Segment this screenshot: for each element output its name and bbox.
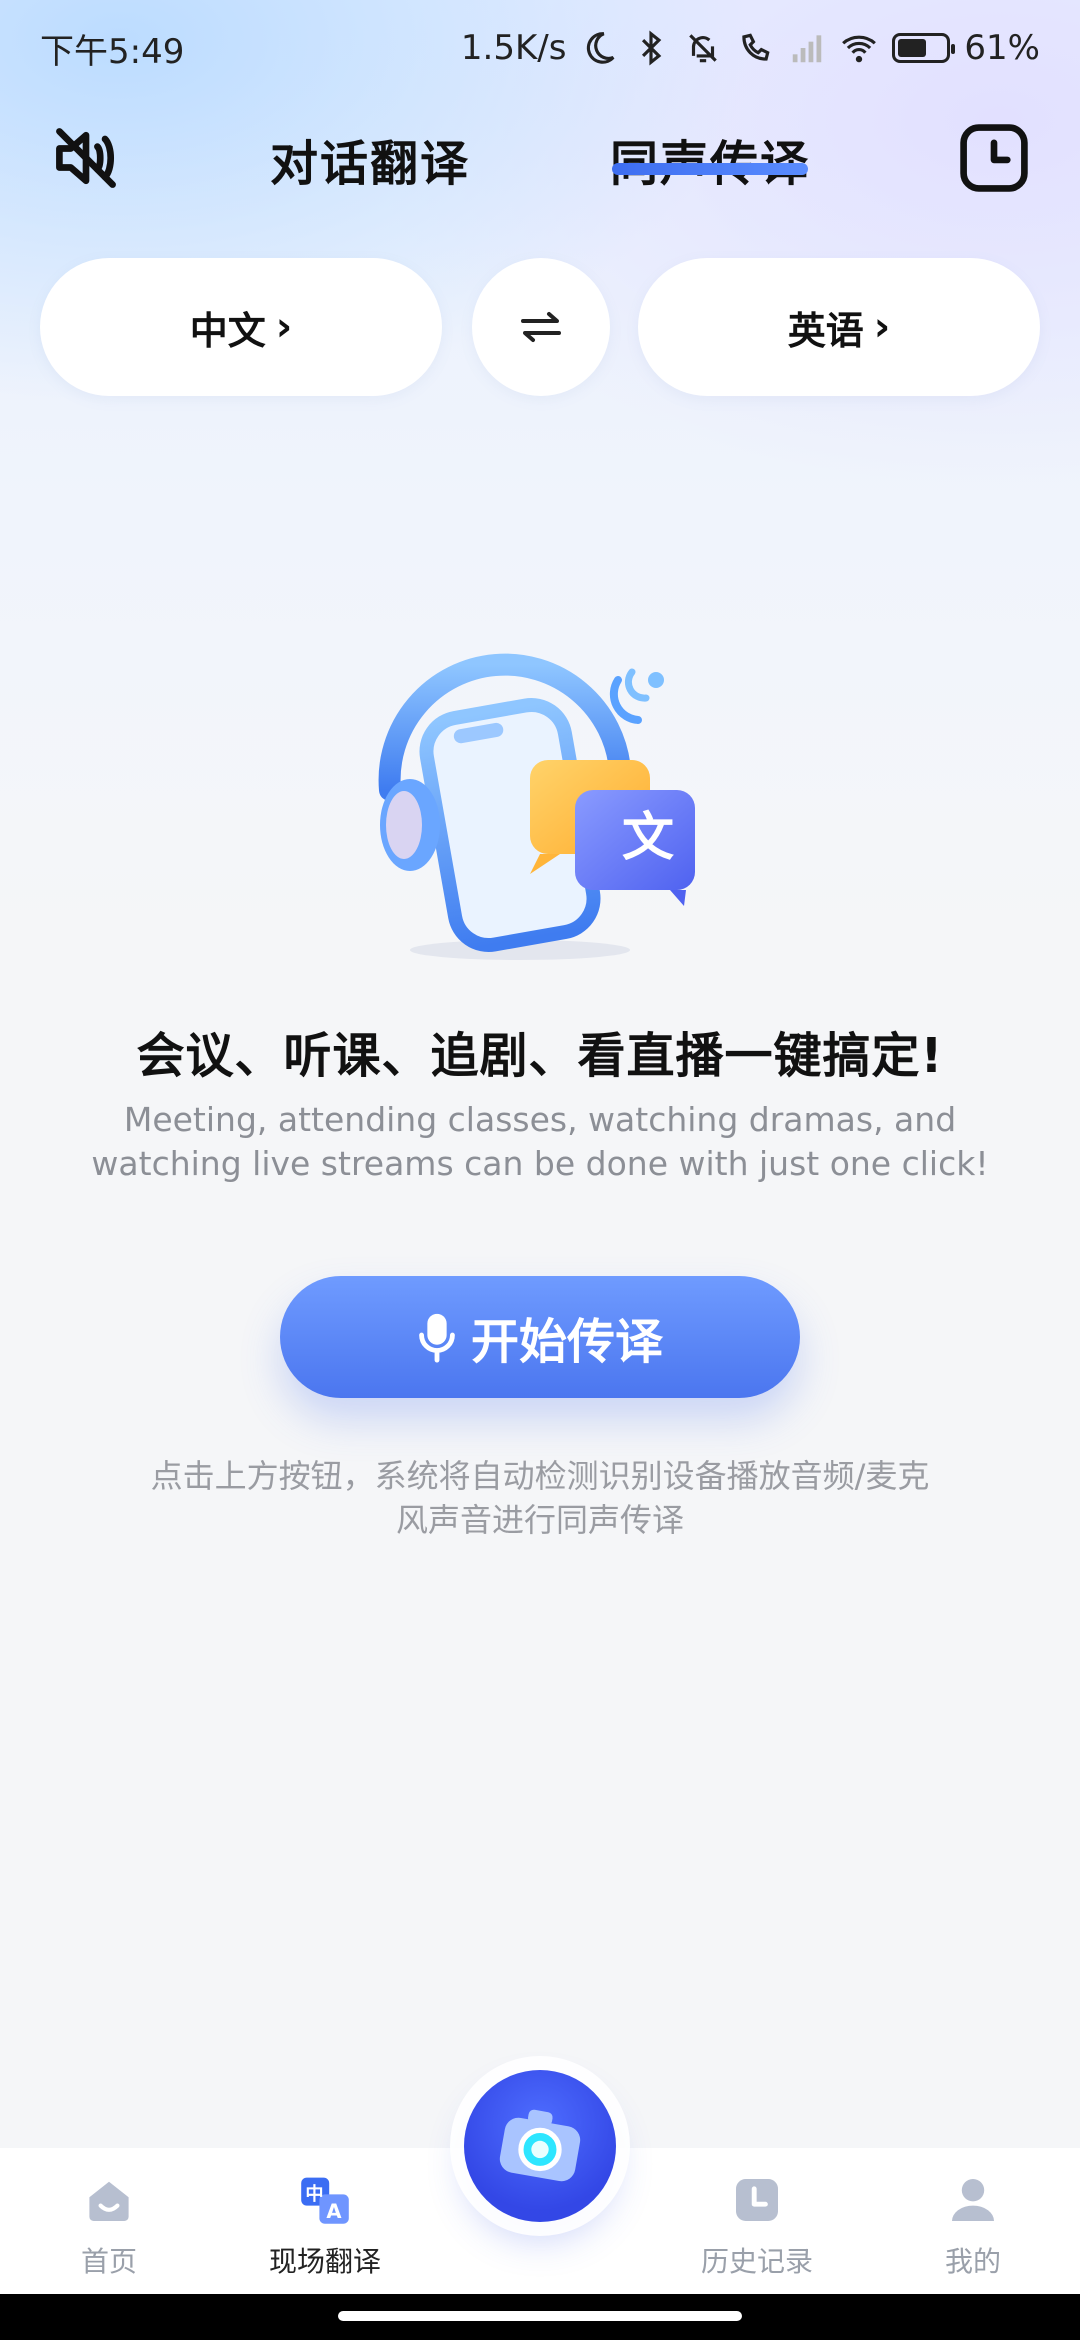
wifi-icon bbox=[842, 35, 877, 63]
clock-history-icon[interactable] bbox=[956, 120, 1032, 196]
user-icon bbox=[952, 2179, 994, 2221]
svg-text:中: 中 bbox=[305, 2183, 323, 2205]
signal-icon bbox=[793, 35, 822, 63]
headphone-translate-illustration: 文 bbox=[378, 653, 695, 960]
moon-icon bbox=[587, 32, 615, 64]
bluetooth-icon bbox=[642, 30, 662, 66]
header: 对话翻译 同声传译 bbox=[0, 110, 1080, 206]
nav-profile-label: 我的 bbox=[944, 2245, 1001, 2278]
bell-off-icon bbox=[689, 34, 718, 63]
status-bar: 下午5:49 1.5K/s 61% bbox=[0, 0, 1080, 96]
net-speed: 1.5K/s bbox=[460, 28, 567, 68]
tab-simultaneous-interpretation[interactable]: 同声传译 bbox=[610, 124, 810, 194]
speaker-mute-icon[interactable] bbox=[48, 120, 124, 196]
swap-languages-button[interactable] bbox=[472, 258, 610, 396]
status-time: 下午5:49 bbox=[40, 31, 185, 72]
status-icons: 1.5K/s 61% bbox=[461, 28, 1040, 68]
screen: 下午5:49 1.5K/s 61% 对话翻译 同声传译 中文 bbox=[0, 0, 1080, 2340]
nav-live-translate[interactable]: 中 A 现场翻译 bbox=[245, 2172, 405, 2280]
tab-dialog-translate[interactable]: 对话翻译 bbox=[270, 124, 470, 194]
active-tab-indicator bbox=[612, 163, 808, 175]
source-language-button[interactable]: 中文 › bbox=[40, 258, 442, 396]
nav-home-label: 首页 bbox=[80, 2245, 137, 2278]
nav-home[interactable]: 首页 bbox=[29, 2172, 189, 2280]
language-selector: 中文 › 英语 › bbox=[40, 258, 1040, 396]
svg-text:文: 文 bbox=[622, 808, 674, 868]
battery-percent: 61% bbox=[964, 28, 1040, 68]
home-icon bbox=[89, 2181, 129, 2221]
camera-translate-button[interactable] bbox=[464, 2070, 616, 2222]
start-button-label: 开始传译 bbox=[470, 1314, 663, 1370]
camera-icon bbox=[499, 2109, 581, 2182]
english-subline: Meeting, attending classes, watching dra… bbox=[91, 1100, 989, 1183]
target-language-button[interactable]: 英语 › bbox=[638, 258, 1040, 396]
nav-profile[interactable]: 我的 bbox=[893, 2172, 1053, 2280]
home-indicator[interactable] bbox=[338, 2311, 742, 2321]
source-language-label: 中文 bbox=[189, 308, 266, 353]
history-icon bbox=[736, 2179, 778, 2221]
call-off-icon bbox=[742, 33, 770, 61]
nav-history[interactable]: 历史记录 bbox=[677, 2172, 837, 2280]
nav-live-translate-label: 现场翻译 bbox=[268, 2245, 381, 2278]
chevron-right-icon: › bbox=[873, 304, 891, 350]
gesture-bar bbox=[0, 2294, 1080, 2340]
start-interpretation-button[interactable]: 开始传译 bbox=[280, 1276, 800, 1398]
target-language-label: 英语 bbox=[787, 308, 864, 353]
microphone-icon bbox=[419, 1313, 455, 1363]
hint-text: 点击上方按钮，系统将自动检测识别设备播放音频/麦克风声音进行同声传译 bbox=[150, 1457, 930, 1539]
chevron-right-icon: › bbox=[275, 304, 293, 350]
translate-icon: 中 A bbox=[301, 2177, 349, 2224]
swap-icon bbox=[521, 312, 561, 342]
battery-icon bbox=[892, 33, 956, 63]
headline: 会议、听课、追剧、看直播一键搞定! bbox=[136, 1028, 944, 1084]
svg-text:A: A bbox=[326, 2200, 342, 2223]
nav-history-label: 历史记录 bbox=[700, 2245, 813, 2278]
